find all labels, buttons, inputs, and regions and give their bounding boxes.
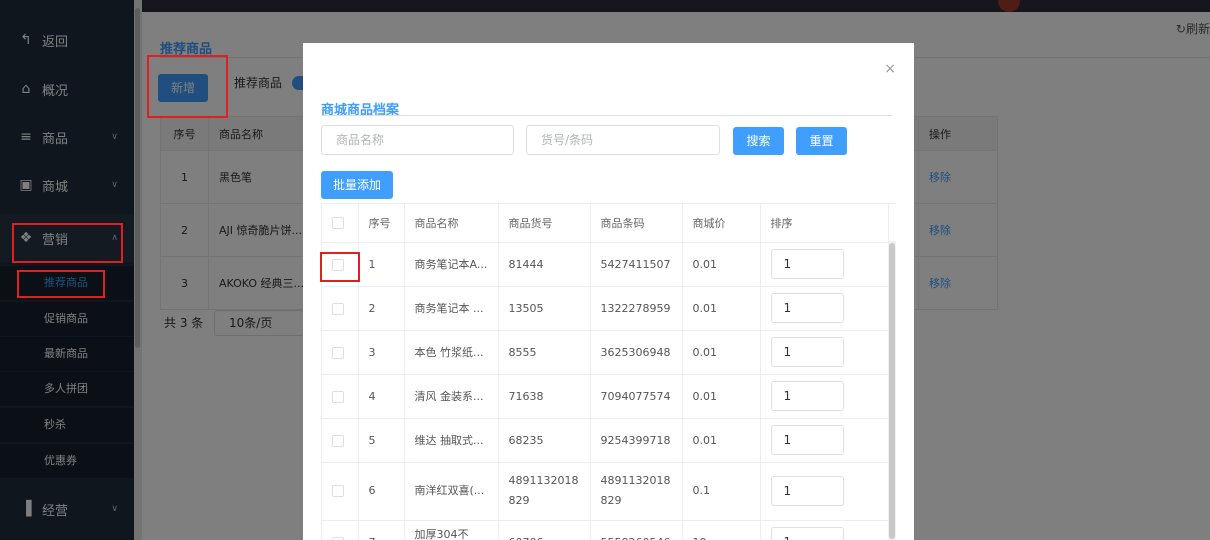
- reset-button[interactable]: 重置: [796, 127, 847, 155]
- cell-sort: 1: [760, 242, 889, 287]
- cell-name: 加厚304不锈...: [404, 520, 499, 540]
- sort-input[interactable]: 1: [770, 476, 844, 506]
- cell-index: 6: [358, 462, 405, 521]
- cell-sku: 4891132018829: [498, 462, 591, 521]
- cell-price: 0.01: [682, 418, 761, 463]
- batch-add-button[interactable]: 批量添加: [321, 171, 393, 199]
- product-table: 序号 商品名称 商品货号 商品条码 商城价 排序 1 商务笔记本A... 814…: [321, 203, 896, 540]
- close-icon[interactable]: ×: [884, 61, 896, 77]
- cell-price: 0.01: [682, 374, 761, 419]
- cell-sort: 1: [760, 418, 889, 463]
- cell-barcode: 5558260546: [590, 520, 683, 540]
- sku-barcode-input[interactable]: [526, 125, 720, 155]
- row-checkbox[interactable]: [322, 520, 359, 540]
- cell-index: 7: [358, 520, 405, 540]
- cell-name: 本色 竹浆纸...: [404, 330, 499, 375]
- cell-index: 4: [358, 374, 405, 419]
- sort-input[interactable]: 1: [770, 425, 844, 455]
- table-row: 7 加厚304不锈... 60706 5558260546 10 1: [322, 520, 889, 540]
- cell-barcode: 4891132018829: [590, 462, 683, 521]
- cell-name: 南洋红双喜(...: [404, 462, 499, 521]
- cell-name: 商务笔记本A...: [404, 242, 499, 287]
- cell-sku: 60706: [498, 520, 591, 540]
- cell-sku: 13505: [498, 286, 591, 331]
- cell-price: 0.01: [682, 330, 761, 375]
- product-name-input[interactable]: [321, 125, 514, 155]
- cell-sort: 1: [760, 374, 889, 419]
- cell-barcode: 7094077574: [590, 374, 683, 419]
- cell-barcode: 3625306948: [590, 330, 683, 375]
- cell-sku: 8555: [498, 330, 591, 375]
- highlight-box: [320, 252, 360, 282]
- sort-input[interactable]: 1: [770, 527, 844, 540]
- cell-sort: 1: [760, 330, 889, 375]
- cell-index: 1: [358, 242, 405, 287]
- row-checkbox[interactable]: [322, 374, 359, 419]
- cell-index: 5: [358, 418, 405, 463]
- cell-sort: 1: [760, 520, 889, 540]
- search-button[interactable]: 搜索: [733, 127, 784, 155]
- sort-input[interactable]: 1: [770, 293, 844, 323]
- cell-index: 2: [358, 286, 405, 331]
- cell-price: 0.1: [682, 462, 761, 521]
- table-scrollbar[interactable]: [888, 241, 896, 540]
- cell-sort: 1: [760, 462, 889, 521]
- column-header: 序号: [358, 204, 405, 243]
- column-header: 商城价: [682, 204, 761, 243]
- cell-price: 0.01: [682, 242, 761, 287]
- divider: [321, 115, 892, 116]
- table-row: 2 商务笔记本 ... 13505 1322278959 0.01 1: [322, 286, 889, 331]
- cell-name: 维达 抽取式...: [404, 418, 499, 463]
- cell-barcode: 5427411507: [590, 242, 683, 287]
- product-archive-dialog: × 商城商品档案 搜索 重置 批量添加 序号 商品名称 商品货号 商品条码 商城…: [303, 43, 914, 540]
- column-header: 排序: [760, 204, 889, 243]
- row-checkbox[interactable]: [322, 330, 359, 375]
- cell-sort: 1: [760, 286, 889, 331]
- table-row: 6 南洋红双喜(... 4891132018829 4891132018829 …: [322, 462, 889, 521]
- sort-input[interactable]: 1: [770, 249, 844, 279]
- cell-name: 商务笔记本 ...: [404, 286, 499, 331]
- cell-name: 清风 金装系...: [404, 374, 499, 419]
- table-row: 1 商务笔记本A... 81444 5427411507 0.01 1: [322, 242, 889, 287]
- highlight-box: [17, 270, 105, 298]
- sort-input[interactable]: 1: [770, 337, 844, 367]
- cell-price: 0.01: [682, 286, 761, 331]
- table-row: 3 本色 竹浆纸... 8555 3625306948 0.01 1: [322, 330, 889, 375]
- cell-barcode: 1322278959: [590, 286, 683, 331]
- scrollbar-thumb[interactable]: [889, 243, 895, 539]
- cell-sku: 68235: [498, 418, 591, 463]
- table-row: 5 维达 抽取式... 68235 9254399718 0.01 1: [322, 418, 889, 463]
- row-checkbox[interactable]: [322, 418, 359, 463]
- table-row: 4 清风 金装系... 71638 7094077574 0.01 1: [322, 374, 889, 419]
- cell-price: 10: [682, 520, 761, 540]
- column-header: 商品货号: [498, 204, 591, 243]
- cell-index: 3: [358, 330, 405, 375]
- cell-sku: 71638: [498, 374, 591, 419]
- cell-barcode: 9254399718: [590, 418, 683, 463]
- select-all-checkbox[interactable]: [322, 204, 359, 243]
- cell-sku: 81444: [498, 242, 591, 287]
- sort-input[interactable]: 1: [770, 381, 844, 411]
- column-header: 商品名称: [404, 204, 499, 243]
- highlight-box: [12, 223, 123, 263]
- table-header-row: 序号 商品名称 商品货号 商品条码 商城价 排序: [322, 204, 889, 243]
- highlight-box: [147, 55, 228, 118]
- row-checkbox[interactable]: [322, 286, 359, 331]
- row-checkbox[interactable]: [322, 462, 359, 521]
- column-header: 商品条码: [590, 204, 683, 243]
